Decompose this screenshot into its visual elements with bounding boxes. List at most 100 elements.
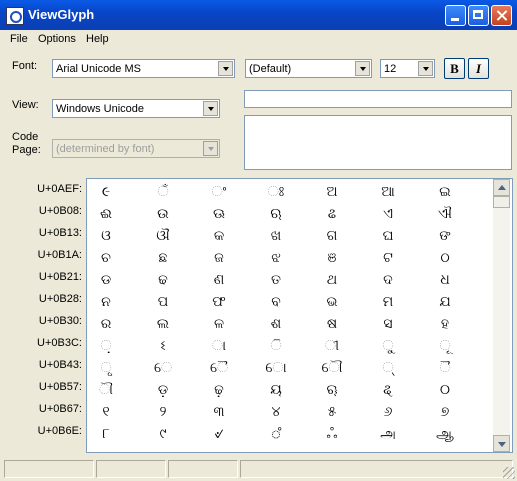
glyph-cell[interactable]: େ <box>135 360 191 376</box>
glyph-cell[interactable]: ୠ <box>304 382 360 398</box>
close-button[interactable] <box>491 5 512 26</box>
glyph-cell[interactable]: ଷ <box>304 316 360 332</box>
glyph-cell[interactable]: ନ <box>78 294 134 310</box>
glyph-cell[interactable]: ଼ <box>78 338 134 354</box>
chevron-down-icon[interactable] <box>203 101 218 116</box>
glyph-cell[interactable]: ଲ <box>135 316 191 332</box>
glyph-cell[interactable]: ୀ <box>304 338 360 354</box>
bold-button[interactable]: B <box>444 58 465 79</box>
glyph-cell[interactable]: ୋ <box>248 360 304 376</box>
glyph-cell[interactable]: ଠ <box>417 250 473 266</box>
app-icon[interactable] <box>6 7 24 25</box>
glyph-cell[interactable]: ୃ <box>78 360 134 376</box>
glyph-cell[interactable]: ଃ <box>248 184 304 200</box>
glyph-cell[interactable]: ଈ <box>78 206 134 222</box>
glyph-cell[interactable]: ୟ <box>248 382 304 398</box>
glyph-text-input[interactable] <box>244 90 512 108</box>
glyph-cell[interactable]: ସ <box>360 316 416 332</box>
glyph-cell[interactable]: ଆ <box>360 184 416 200</box>
glyph-cell[interactable]: ଅ <box>304 184 360 200</box>
glyph-cell[interactable]: ଢ <box>135 272 191 288</box>
glyph-cell[interactable]: ଉ <box>135 206 191 222</box>
glyph-cell[interactable]: ଯ <box>417 294 473 310</box>
glyph-grid[interactable]: ૯ଁଂଃ ଅ ଆ ଇ ଈ ଉ ଊ ଋ ଌ ଏ ଐ ଓ ଔ କ ଖ ଗ ଘ ଙ ଚ ଛ ଜ ଝ ଞ ଟ ଠ ଡ ଢ ଣ ତ ଥ ଦ ଧ ନ ପ ଫ ବ ଭ… <box>86 178 513 453</box>
glyph-cell[interactable]: ଐ <box>417 206 473 222</box>
glyph-cell[interactable]: ୬ <box>360 404 416 420</box>
glyph-cell[interactable]: ଢ଼ <box>191 382 247 398</box>
glyph-cell[interactable]: ஆ <box>417 426 473 442</box>
vertical-scrollbar[interactable] <box>493 179 510 452</box>
glyph-cell[interactable]: ଛ <box>135 250 191 266</box>
resize-grip-icon[interactable] <box>503 467 515 479</box>
view-combo[interactable]: Windows Unicode <box>52 99 220 118</box>
glyph-cell[interactable]: ୯ <box>135 426 191 442</box>
glyph-cell[interactable]: ଖ <box>248 228 304 244</box>
menu-file[interactable]: File <box>10 33 28 45</box>
glyph-cell[interactable]: ୪ <box>248 404 304 420</box>
chevron-down-icon[interactable] <box>218 61 233 76</box>
glyph-cell[interactable]: ଓ <box>78 228 134 244</box>
glyph-cell[interactable]: ଦ <box>360 272 416 288</box>
glyph-cell[interactable]: ஃ <box>304 426 360 442</box>
menu-options[interactable]: Options <box>38 33 76 45</box>
glyph-cell[interactable]: ஂ <box>248 426 304 442</box>
glyph-cell[interactable]: ୩ <box>191 404 247 420</box>
glyph-cell[interactable]: ୂ <box>417 338 473 354</box>
glyph-cell[interactable]: ଭ <box>304 294 360 310</box>
glyph-cell[interactable]: ି <box>248 338 304 354</box>
glyph-cell[interactable]: ଫ <box>191 294 247 310</box>
glyph-cell[interactable]: ଡ <box>78 272 134 288</box>
glyph-cell[interactable]: ପ <box>135 294 191 310</box>
glyph-cell[interactable]: ଂ <box>191 184 247 200</box>
glyph-cell[interactable]: ଧ <box>417 272 473 288</box>
glyph-cell[interactable]: ଟ <box>360 250 416 266</box>
glyph-cell[interactable]: ଘ <box>360 228 416 244</box>
glyph-cell[interactable]: ୌ <box>304 360 360 376</box>
glyph-cell[interactable]: ବ <box>248 294 304 310</box>
glyph-cell[interactable]: ଝ <box>248 250 304 266</box>
glyph-cell[interactable]: ଽ <box>135 338 191 354</box>
glyph-cell[interactable]: ୍ <box>360 360 416 376</box>
glyph-cell[interactable]: ଜ <box>191 250 247 266</box>
glyph-preview-box[interactable] <box>244 115 512 170</box>
glyph-cell[interactable]: ୦ <box>417 382 473 398</box>
glyph-cell[interactable]: ୡ <box>360 382 416 398</box>
glyph-cell[interactable]: ମ <box>360 294 416 310</box>
glyph-cell[interactable]: ୫ <box>304 404 360 420</box>
title-bar[interactable]: ViewGlyph <box>0 0 517 30</box>
italic-button[interactable]: I <box>468 58 489 79</box>
glyph-cell[interactable]: ହ <box>417 316 473 332</box>
scroll-up-icon[interactable] <box>493 179 510 196</box>
font-combo[interactable]: Arial Unicode MS <box>52 59 235 78</box>
glyph-cell[interactable]: ଣ <box>191 272 247 288</box>
glyph-cell[interactable]: ଞ <box>304 250 360 266</box>
glyph-cell[interactable]: ଥ <box>304 272 360 288</box>
scroll-down-icon[interactable] <box>493 435 510 452</box>
glyph-cell[interactable]: ୮ <box>78 426 134 442</box>
glyph-cell[interactable]: ૯ <box>78 184 134 200</box>
glyph-cell[interactable]: ଔ <box>135 228 191 244</box>
glyph-cell[interactable]: ଡ଼ <box>135 382 191 398</box>
glyph-cell[interactable]: ଚ <box>78 250 134 266</box>
glyph-cell[interactable]: କ <box>191 228 247 244</box>
glyph-cell[interactable]: ୖ <box>417 360 473 376</box>
glyph-cell[interactable]: ଇ <box>417 184 473 200</box>
glyph-cell[interactable]: ୗ <box>78 382 134 398</box>
glyph-cell[interactable]: ଙ <box>417 228 473 244</box>
style-combo[interactable]: (Default) <box>245 59 372 78</box>
glyph-cell[interactable]: ୰ <box>191 426 247 442</box>
minimize-button[interactable] <box>445 5 466 26</box>
glyph-cell[interactable]: ଏ <box>360 206 416 222</box>
glyph-cell[interactable]: ର <box>78 316 134 332</box>
glyph-cell[interactable]: ଊ <box>191 206 247 222</box>
glyph-cell[interactable]: ଳ <box>191 316 247 332</box>
size-combo[interactable]: 12 <box>380 59 435 78</box>
menu-help[interactable]: Help <box>86 33 109 45</box>
glyph-cell[interactable]: ୨ <box>135 404 191 420</box>
glyph-cell[interactable]: ଁ <box>135 184 191 200</box>
maximize-button[interactable] <box>468 5 489 26</box>
chevron-down-icon[interactable] <box>355 61 370 76</box>
glyph-cell[interactable]: ୁ <box>360 338 416 354</box>
glyph-cell[interactable]: ତ <box>248 272 304 288</box>
glyph-cell[interactable]: ଶ <box>248 316 304 332</box>
